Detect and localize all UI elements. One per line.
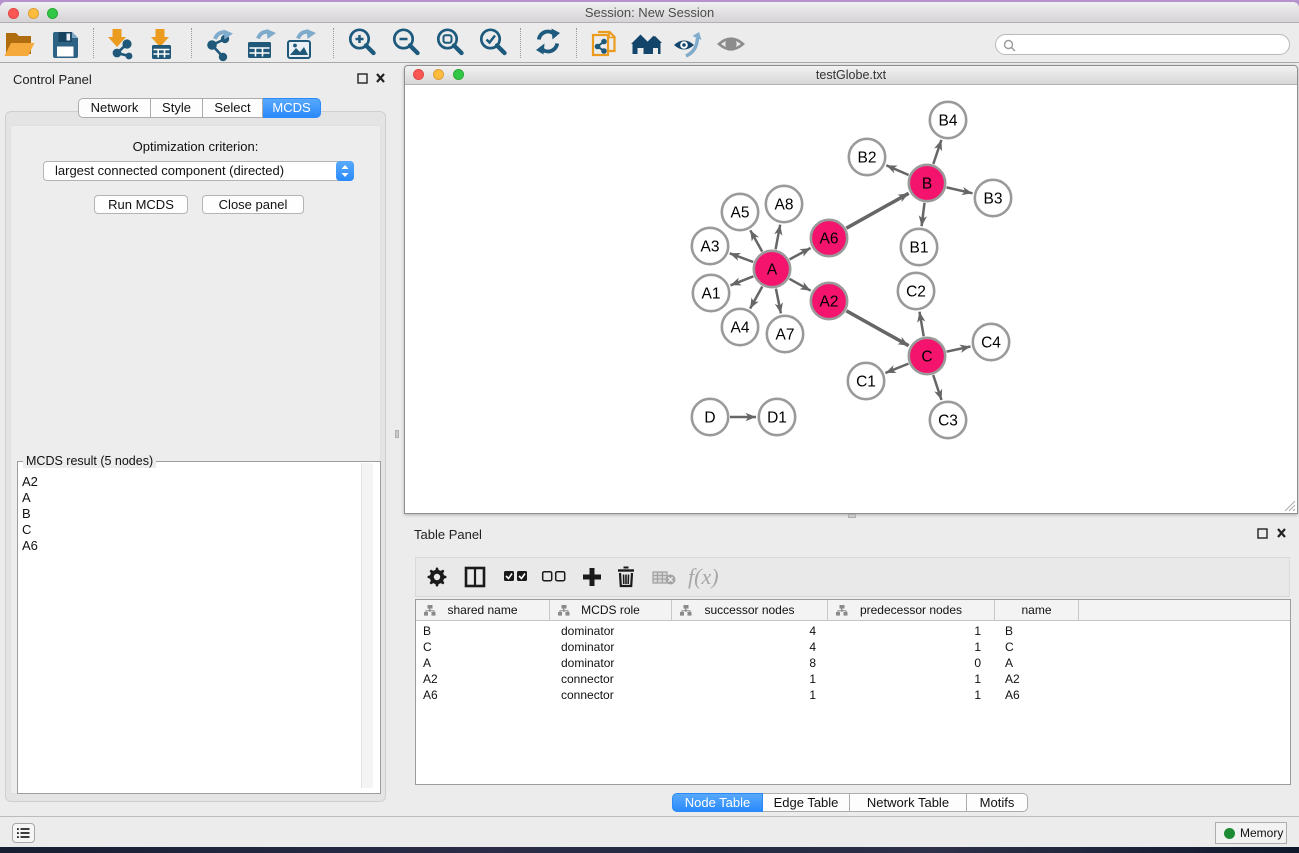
svg-text:A2: A2: [820, 294, 839, 311]
svg-text:A5: A5: [731, 205, 750, 222]
svg-text:A8: A8: [775, 197, 794, 214]
svg-text:D1: D1: [767, 410, 787, 427]
svg-text:A3: A3: [701, 239, 720, 256]
svg-text:A6: A6: [820, 231, 839, 248]
svg-text:B2: B2: [858, 150, 877, 167]
svg-text:C3: C3: [938, 413, 958, 430]
svg-text:D: D: [704, 410, 715, 427]
svg-text:C: C: [921, 349, 932, 366]
svg-text:C1: C1: [856, 374, 876, 391]
svg-text:C4: C4: [981, 335, 1001, 352]
svg-text:A7: A7: [776, 327, 795, 344]
svg-text:A4: A4: [731, 320, 750, 337]
svg-text:B1: B1: [910, 240, 929, 257]
svg-text:B4: B4: [939, 113, 958, 130]
svg-text:A1: A1: [702, 286, 721, 303]
svg-text:C2: C2: [906, 284, 926, 301]
svg-text:B3: B3: [984, 191, 1003, 208]
svg-text:B: B: [922, 176, 932, 193]
svg-text:A: A: [767, 262, 778, 279]
